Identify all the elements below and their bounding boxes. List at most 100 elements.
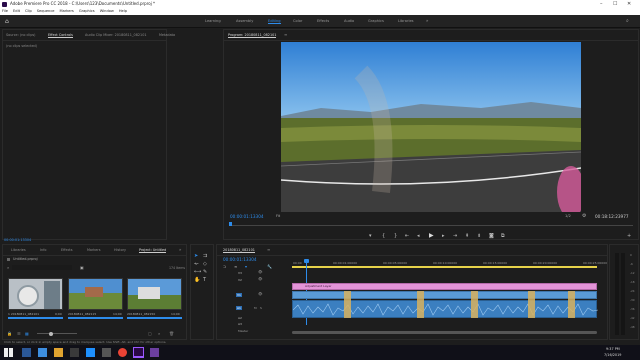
windows-start-icon[interactable] xyxy=(4,348,13,357)
sequence-menu-icon[interactable]: ≡ xyxy=(267,247,270,252)
workspace-effects[interactable]: Effects xyxy=(317,19,329,23)
type-tool-icon[interactable]: T xyxy=(203,277,206,283)
clip-transition-marker[interactable] xyxy=(344,291,351,318)
icon-view-icon[interactable]: ▦ xyxy=(25,331,29,336)
tab-libraries[interactable]: Libraries xyxy=(11,248,26,252)
taskbar-clock-time[interactable]: 9:37 PM xyxy=(606,347,620,351)
track-a2-label[interactable]: A2 xyxy=(238,316,242,320)
adjustment-layer-clip[interactable]: Adjustment Layer xyxy=(292,283,597,290)
track-a1-label[interactable]: A1 xyxy=(236,306,242,310)
taskbar-premiere-icon[interactable] xyxy=(133,347,144,358)
taskbar-app-icon[interactable] xyxy=(38,348,47,357)
tab-history[interactable]: History xyxy=(114,248,126,252)
workspace-editing[interactable]: Editing xyxy=(268,19,281,24)
taskbar-app-icon[interactable] xyxy=(102,348,111,357)
search-icon[interactable]: ⌕ xyxy=(626,18,629,24)
minimize-icon[interactable]: – xyxy=(600,0,603,8)
timeline-scrollbar[interactable] xyxy=(292,331,597,334)
panel-overflow-icon[interactable]: » xyxy=(179,247,181,252)
list-view-icon[interactable]: ☰ xyxy=(17,331,21,336)
track-v3-label[interactable]: V3 xyxy=(238,271,242,275)
extract-icon[interactable]: ⇟ xyxy=(477,233,481,239)
menu-window[interactable]: Window xyxy=(100,9,114,13)
menu-edit[interactable]: Edit xyxy=(13,9,20,13)
lift-icon[interactable]: ⇞ xyxy=(465,233,469,239)
add-marker-icon[interactable]: ▾ xyxy=(369,233,372,239)
program-title[interactable]: Program: 20180811_082101 xyxy=(228,33,277,38)
linked-selection-icon[interactable]: ∞ xyxy=(234,264,237,269)
program-timecode[interactable]: 00:00:01:13304 xyxy=(230,214,264,219)
project-thumbnail-3[interactable] xyxy=(127,278,182,310)
menu-sequence[interactable]: Sequence xyxy=(37,9,55,13)
menu-help[interactable]: Help xyxy=(119,9,127,13)
go-to-in-icon[interactable]: ⇤ xyxy=(405,233,409,239)
comparison-view-icon[interactable]: ⧉ xyxy=(501,233,505,239)
settings-icon[interactable]: ⚙ xyxy=(582,213,586,219)
resolution-select[interactable]: 1/2 xyxy=(565,214,571,218)
tab-info[interactable]: Info xyxy=(40,248,46,252)
menu-file[interactable]: File xyxy=(2,9,8,13)
tab-effect-controls[interactable]: Effect Controls xyxy=(48,33,73,38)
track-select-tool-icon[interactable]: ⇉ xyxy=(203,253,207,259)
tab-markers[interactable]: Markers xyxy=(87,248,101,252)
workspace-libraries[interactable]: Libraries xyxy=(398,19,414,23)
taskbar-app-icon[interactable] xyxy=(118,348,127,357)
timeline-ruler[interactable] xyxy=(292,266,597,268)
mark-in-icon[interactable]: { xyxy=(382,233,385,239)
snap-icon[interactable]: ⊃ xyxy=(223,264,226,269)
track-v1-label[interactable]: V1 xyxy=(236,293,242,297)
project-search-input[interactable] xyxy=(12,265,72,270)
add-marker-timeline-icon[interactable]: ▾ xyxy=(245,264,247,269)
workspace-audio[interactable]: Audio xyxy=(344,19,354,23)
tab-audio-clip-mixer[interactable]: Audio Clip Mixer: 20180811_082101 xyxy=(85,33,147,37)
tab-source[interactable]: Source: (no clips) xyxy=(6,33,35,37)
trash-icon[interactable]: 🗑 xyxy=(169,331,174,336)
thumbnail-size-slider[interactable] xyxy=(37,331,77,336)
tab-project[interactable]: Project: Untitled xyxy=(139,248,167,253)
home-icon[interactable]: ⌂ xyxy=(5,18,9,25)
new-item-icon[interactable]: ▢ xyxy=(148,331,152,336)
project-thumbnail-2[interactable] xyxy=(68,278,123,310)
taskbar-app-icon[interactable] xyxy=(150,348,159,357)
export-frame-icon[interactable]: ◙ xyxy=(489,233,494,239)
toggle-output-icon[interactable]: 👁 xyxy=(258,277,262,281)
taskbar-app-icon[interactable] xyxy=(86,348,95,357)
go-to-out-icon[interactable]: ⇥ xyxy=(453,233,457,239)
button-editor-icon[interactable]: + xyxy=(627,233,631,239)
zoom-select[interactable]: Fit xyxy=(276,214,280,218)
project-thumbnail-1[interactable] xyxy=(8,278,63,310)
mark-out-icon[interactable]: } xyxy=(394,233,397,239)
pen-tool-icon[interactable]: ✎ xyxy=(203,269,207,275)
playhead-handle[interactable] xyxy=(304,259,309,263)
close-icon[interactable]: ✕ xyxy=(627,0,631,8)
workspace-color[interactable]: Color xyxy=(293,19,302,23)
taskbar-app-icon[interactable] xyxy=(54,348,63,357)
maximize-icon[interactable]: ☐ xyxy=(613,0,617,8)
solo-track-icon[interactable]: S xyxy=(260,306,262,310)
program-scrub-bar[interactable] xyxy=(229,222,633,226)
track-v2-label[interactable]: V2 xyxy=(238,278,242,282)
menu-clip[interactable]: Clip xyxy=(25,9,32,13)
tab-metadata[interactable]: Metadata xyxy=(159,33,175,37)
taskbar-app-icon[interactable] xyxy=(22,348,31,357)
lock-icon[interactable]: 🔒 xyxy=(7,331,12,336)
workspace-assembly[interactable]: Assembly xyxy=(236,19,253,23)
ripple-edit-tool-icon[interactable]: ⟛ xyxy=(194,261,199,267)
taskbar-app-icon[interactable] xyxy=(70,348,79,357)
menu-markers[interactable]: Markers xyxy=(60,9,74,13)
clip-transition-marker[interactable] xyxy=(471,291,478,318)
menu-graphics[interactable]: Graphics xyxy=(79,9,95,13)
program-menu-icon[interactable]: ≡ xyxy=(284,32,287,37)
program-video-frame[interactable] xyxy=(281,42,581,212)
timeline-timecode[interactable]: 00:00:01:13304 xyxy=(223,257,257,262)
razor-tool-icon[interactable]: ◇ xyxy=(203,261,207,267)
mute-track-icon[interactable]: M xyxy=(254,306,257,310)
find-icon[interactable]: ⌕ xyxy=(158,331,160,336)
step-back-icon[interactable]: ◂ xyxy=(417,233,420,239)
video-clips-v1[interactable] xyxy=(292,291,597,299)
clip-transition-marker[interactable] xyxy=(528,291,535,318)
wrench-icon[interactable]: 🔧 xyxy=(267,264,272,269)
project-search-icon[interactable]: ⌕ xyxy=(7,265,9,270)
clip-transition-marker[interactable] xyxy=(417,291,424,318)
workspace-overflow-icon[interactable]: » xyxy=(426,18,428,23)
